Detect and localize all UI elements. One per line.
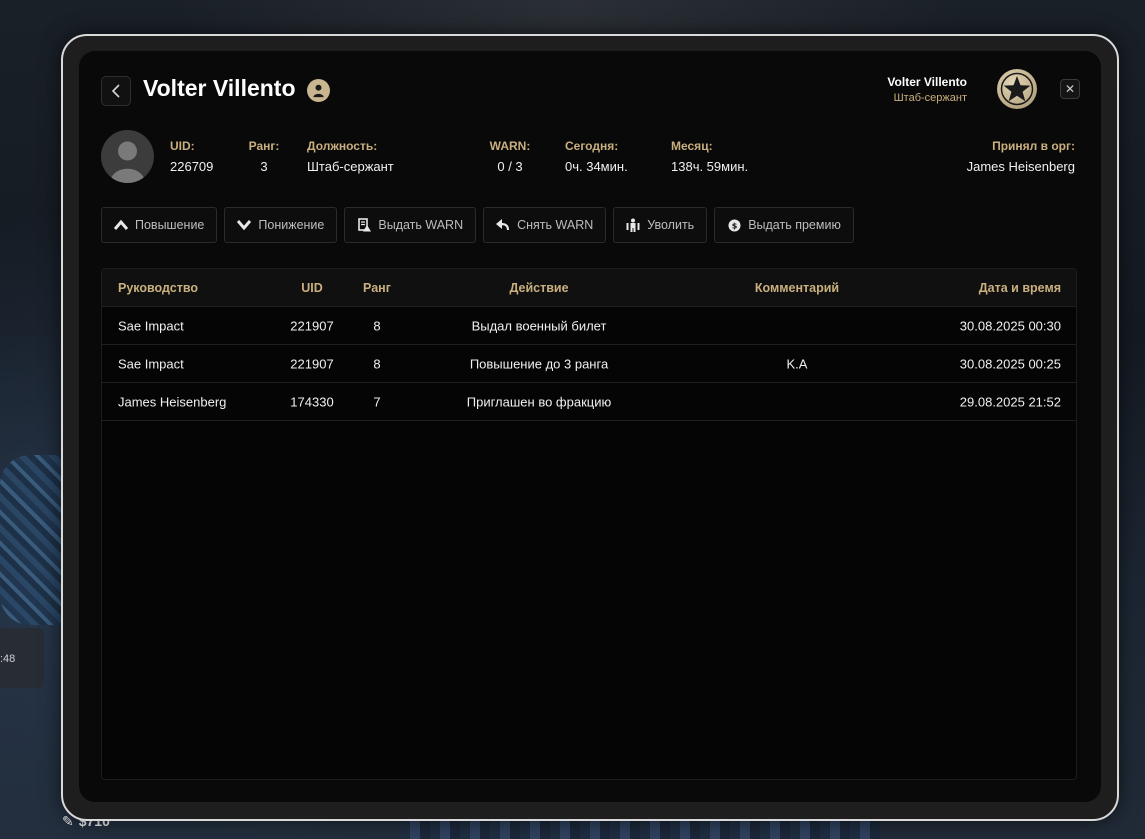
cell-uid: 174330 [290,394,334,409]
promote-button[interactable]: Повышение [101,207,218,243]
bonus-label: Выдать премию [748,218,841,232]
table-row: Sae Impact 221907 8 Повышение до 3 ранга… [102,345,1076,383]
back-button[interactable] [101,76,131,106]
cell-uid: 221907 [290,356,334,371]
cell-rank: 8 [373,356,381,371]
current-user-name: Volter Villento [887,75,967,89]
month-label: Месяц: [671,139,713,153]
table-row: James Heisenberg 174330 7 Приглашен во ф… [102,383,1076,421]
cell-leader: Sae Impact [118,318,184,333]
cell-rank: 7 [373,394,381,409]
warn-label: WARN: [489,139,531,153]
cell-leader: Sae Impact [118,356,184,371]
give-warn-label: Выдать WARN [378,218,464,232]
position-label: Должность: [307,139,378,153]
position-value: Штаб-сержант [307,159,394,174]
document-warning-icon [357,218,371,232]
coin-icon: $ [727,218,741,232]
background-camo [0,455,70,625]
uid-label: UID: [170,139,195,153]
close-button[interactable]: ✕ [1060,79,1080,99]
rank-label: Ранг: [248,139,280,153]
accepted-by-label: Принял в орг: [992,139,1075,153]
chevron-up-icon [114,218,128,232]
table-header: Руководство UID Ранг Действие Комментари… [102,269,1076,307]
col-action: Действие [509,280,569,295]
cell-datetime: 29.08.2025 21:52 [959,394,1061,409]
avatar [101,130,154,183]
table-row: Sae Impact 221907 8 Выдал военный билет … [102,307,1076,345]
today-value: 0ч. 34мин. [565,159,628,174]
remove-warn-button[interactable]: Снять WARN [483,207,607,243]
fire-label: Уволить [647,218,695,232]
cell-datetime: 30.08.2025 00:30 [959,318,1061,333]
today-label: Сегодня: [565,139,619,153]
fire-button[interactable]: Уволить [613,207,708,243]
bonus-button[interactable]: $ Выдать премию [714,207,854,243]
col-leader: Руководство [118,280,199,295]
close-icon: ✕ [1064,82,1076,96]
tablet-screen: Volter Villento Volter Villento Штаб-сер… [79,51,1101,802]
cell-comment: K.A [786,356,808,371]
action-toolbar: Повышение Понижение Выдать WARN Снять WA… [101,207,854,243]
cell-uid: 221907 [290,318,334,333]
promote-label: Повышение [135,218,205,232]
history-table: Руководство UID Ранг Действие Комментари… [101,268,1077,780]
demote-label: Понижение [258,218,325,232]
give-warn-button[interactable]: Выдать WARN [344,207,477,243]
remove-warn-label: Снять WARN [517,218,594,232]
cell-datetime: 30.08.2025 00:25 [959,356,1061,371]
svg-text:$: $ [731,221,737,230]
cell-action: Приглашен во фракцию [466,394,612,409]
col-comment: Комментарий [754,280,840,295]
chevron-left-icon [111,84,120,98]
chevron-down-icon [237,218,252,232]
background-hud-time: :48 [0,653,16,665]
page-title: Volter Villento [143,75,296,101]
warn-value: 0 / 3 [497,159,523,174]
person-exit-icon [626,218,640,232]
undo-arrow-icon [496,218,510,232]
cell-rank: 8 [373,318,381,333]
cell-action: Выдал военный билет [471,318,607,333]
cell-leader: James Heisenberg [118,394,227,409]
uid-value: 226709 [170,159,214,174]
profile-badge-icon [307,79,330,102]
accepted-by-value: James Heisenberg [966,159,1075,174]
cell-action: Повышение до 3 ранга [469,356,609,371]
current-user-rank: Штаб-сержант [893,92,967,104]
star-emblem-icon [997,69,1037,109]
month-value: 138ч. 59мин. [671,159,749,174]
rank-value: 3 [260,159,268,174]
col-rank: Ранг [363,280,391,295]
demote-button[interactable]: Понижение [224,207,338,243]
col-uid: UID [301,280,323,295]
tablet-frame: Volter Villento Volter Villento Штаб-сер… [61,34,1119,821]
col-datetime: Дата и время [978,280,1061,295]
